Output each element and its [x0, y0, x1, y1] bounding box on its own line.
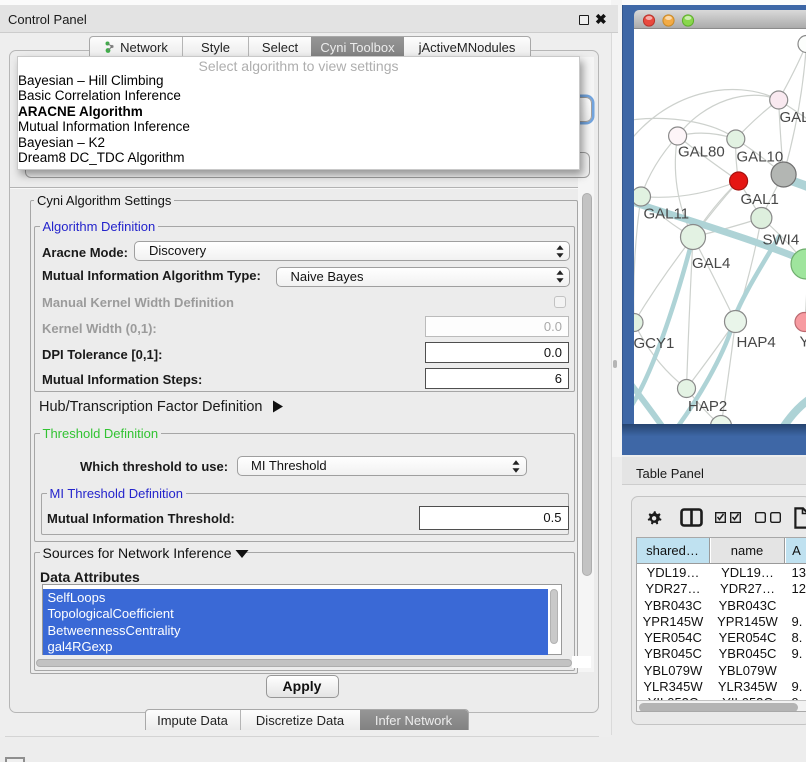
svg-text:GCY1: GCY1	[634, 335, 674, 352]
svg-text:GAL2: GAL2	[780, 109, 806, 126]
svg-text:GAL1: GAL1	[741, 191, 779, 208]
svg-text:HAP2: HAP2	[688, 398, 727, 415]
svg-text:GAL80: GAL80	[678, 144, 725, 161]
svg-text:GAL4: GAL4	[692, 255, 730, 272]
svg-text:SWI4: SWI4	[763, 232, 800, 249]
svg-text:Y: Y	[800, 334, 806, 351]
svg-text:GAL11: GAL11	[644, 206, 690, 223]
svg-text:HAP4: HAP4	[737, 334, 776, 351]
svg-text:GAL10: GAL10	[737, 149, 784, 166]
